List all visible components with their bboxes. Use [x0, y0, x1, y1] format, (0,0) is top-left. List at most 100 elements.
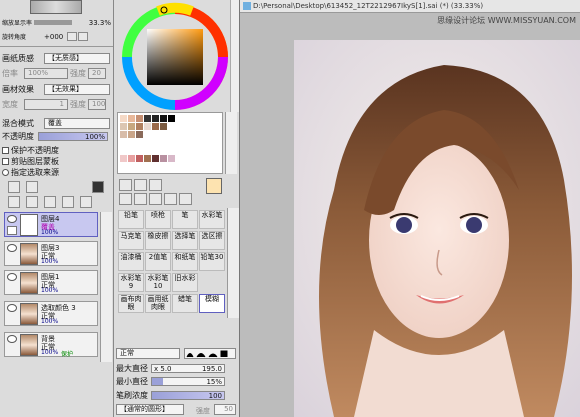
tool-marker[interactable]: 马克笔 [118, 231, 144, 250]
layer-scrollbar[interactable] [100, 212, 112, 362]
material-select[interactable]: 【无效果】 [44, 84, 110, 95]
lasso-icon[interactable] [134, 179, 147, 191]
tool-pencil[interactable]: 铅笔 [118, 210, 144, 229]
strength2-field[interactable]: 100 [88, 99, 106, 110]
swatch[interactable] [120, 115, 127, 122]
swatch[interactable] [160, 123, 167, 130]
swatch-grid[interactable] [117, 112, 223, 174]
swatch[interactable] [128, 123, 135, 130]
tool-paper-texture[interactable]: 画用纸肉眼 [145, 294, 171, 313]
scale-field[interactable]: 100% [24, 68, 68, 79]
min-diameter-slider[interactable]: 15% [151, 377, 225, 386]
opacity-slider[interactable]: 100% [38, 132, 108, 141]
layer-item[interactable]: 图层3 正常 100% [4, 241, 98, 266]
brush-edge-selector[interactable] [184, 348, 236, 359]
swatch[interactable] [144, 123, 151, 130]
tool-crayon[interactable]: 蜡笔 [172, 294, 198, 313]
tool-washi-pen[interactable]: 和纸笔 [172, 252, 198, 271]
paper-texture-select[interactable]: 【无质感】 [44, 53, 110, 64]
clip-checkbox[interactable] [2, 158, 9, 165]
swatch[interactable] [128, 115, 135, 122]
swatch[interactable] [136, 131, 143, 138]
color-scrollbar[interactable] [230, 0, 239, 112]
select-rect-icon[interactable] [119, 179, 132, 191]
eyedropper-icon[interactable] [179, 193, 192, 205]
swatch[interactable] [128, 155, 135, 162]
delete-layer-icon[interactable] [80, 196, 92, 208]
zoom-icon[interactable] [134, 193, 147, 205]
visibility-eye-icon[interactable] [7, 304, 17, 312]
swatch[interactable] [144, 155, 151, 162]
canvas-tab[interactable]: D:\Personal\Desktop\613452_12T2212967Iky… [240, 0, 580, 13]
swatch[interactable] [136, 115, 143, 122]
rotate-right-button[interactable] [78, 32, 89, 41]
tool-binary-pen[interactable]: 2值笔 [145, 252, 171, 271]
swatch[interactable] [136, 123, 143, 130]
layer-item[interactable]: 图层1 正常 100% [4, 270, 98, 295]
swatch[interactable] [120, 123, 127, 130]
visibility-eye-icon[interactable] [7, 335, 17, 343]
swatch-scrollbar[interactable] [225, 112, 237, 174]
tool-select-pen[interactable]: 选择笔 [172, 231, 198, 250]
tool-bucket[interactable]: 油漆桶 [118, 252, 144, 271]
rotate-left-button[interactable] [67, 32, 78, 41]
swatch[interactable] [136, 155, 143, 162]
painting-canvas[interactable] [294, 40, 580, 417]
swatch[interactable] [120, 155, 127, 162]
tool-brush[interactable]: 笔 [172, 210, 198, 229]
merge-icon[interactable] [44, 196, 56, 208]
shape-strength-field[interactable]: 50 [214, 404, 236, 415]
tool-blur[interactable]: 模糊 [199, 294, 225, 313]
swatch[interactable] [168, 155, 175, 162]
hand-icon[interactable] [164, 193, 177, 205]
tool-canvas-texture[interactable]: 画布肉眼 [118, 294, 144, 313]
brush-blend-select[interactable]: 正常 [116, 348, 180, 359]
blend-select[interactable]: 覆盖 [44, 118, 110, 129]
brush-shape-select[interactable]: 【通常的圆形】 [116, 404, 184, 415]
merge-down-icon[interactable] [26, 196, 38, 208]
visibility-eye-icon[interactable] [7, 273, 17, 281]
source-row[interactable]: 指定选取来源 [2, 167, 111, 178]
layer-item[interactable]: 选取颜色 3 正常 100% [4, 301, 98, 326]
swatch[interactable] [152, 155, 159, 162]
rotate-icon[interactable] [149, 193, 162, 205]
move-layer-icon[interactable] [8, 196, 20, 208]
layer-item[interactable]: 背景 正常 100% 保护 [4, 332, 98, 358]
visibility-eye-icon[interactable] [7, 244, 17, 252]
navigator-thumbnail[interactable] [30, 0, 82, 14]
strength-field[interactable]: 20 [88, 68, 106, 79]
layer-mask-icon[interactable] [92, 181, 104, 193]
zoom-slider[interactable] [34, 20, 73, 25]
move-icon[interactable] [119, 193, 132, 205]
new-folder-icon[interactable] [26, 181, 38, 193]
swatch[interactable] [168, 115, 175, 122]
visibility-eye-icon[interactable] [7, 215, 17, 223]
swatch[interactable] [152, 115, 159, 122]
tool-airbrush[interactable]: 喷枪 [145, 210, 171, 229]
tool-eraser[interactable]: 橡皮擦 [145, 231, 171, 250]
swatch[interactable] [144, 115, 151, 122]
tool-watercolor9[interactable]: 水彩笔9 [118, 273, 144, 292]
swatch[interactable] [152, 123, 159, 130]
brush-scrollbar[interactable] [227, 208, 239, 318]
protect-checkbox[interactable] [2, 147, 9, 154]
tool-watercolor10[interactable]: 水彩笔10 [145, 273, 171, 292]
source-radio[interactable] [2, 169, 9, 176]
clip-row[interactable]: 剪贴图层蒙板 [2, 156, 111, 167]
max-diameter-slider[interactable]: x 5.0 195.0 [151, 364, 225, 373]
swatch[interactable] [120, 131, 127, 138]
magic-wand-icon[interactable] [149, 179, 162, 191]
foreground-color[interactable] [206, 178, 222, 194]
width-field[interactable]: 1 [24, 99, 68, 110]
swatch[interactable] [160, 115, 167, 122]
color-wheel[interactable] [120, 2, 230, 112]
tool-pencil30[interactable]: 铅笔30 [199, 252, 225, 271]
layer-item[interactable]: 图层4 覆盖 100% [4, 212, 98, 237]
swatch[interactable] [160, 155, 167, 162]
tool-old-watercolor[interactable]: 旧水彩 [172, 273, 198, 292]
tool-watercolor[interactable]: 水彩笔 [199, 210, 225, 229]
tool-select-eraser[interactable]: 选区擦 [199, 231, 225, 250]
swatch[interactable] [128, 131, 135, 138]
protect-row[interactable]: 保护不透明度 [2, 145, 111, 156]
new-layer-icon[interactable] [8, 181, 20, 193]
